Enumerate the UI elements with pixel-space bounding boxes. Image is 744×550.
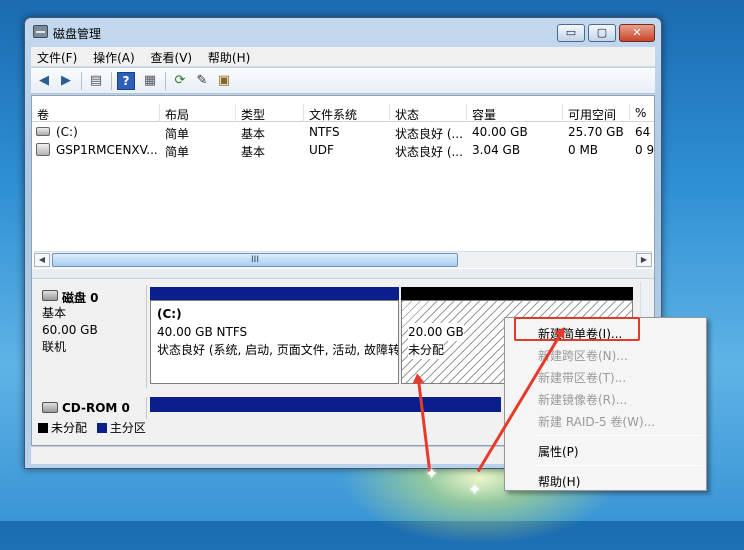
toolbar: ◀ ▶ ▤ ? ▦ ⟳ ✎ ▣	[31, 68, 655, 94]
volume-capacity: 3.04 GB	[472, 143, 521, 157]
disk-icon[interactable]: ▣	[215, 72, 233, 90]
column-type[interactable]: 类型	[236, 104, 304, 122]
settings-icon[interactable]: ✎	[193, 72, 211, 90]
unallocated-status: 未分配	[408, 341, 445, 359]
console-tree-icon[interactable]: ▤	[87, 72, 105, 90]
legend: 未分配 主分区	[38, 419, 146, 436]
unallocated-bar	[401, 287, 633, 300]
scroll-thumb[interactable]: III	[52, 253, 458, 267]
forward-arrow-icon[interactable]: ▶	[57, 72, 75, 90]
help-icon[interactable]: ?	[117, 72, 135, 90]
column-percent[interactable]: %	[630, 104, 656, 122]
volume-free: 0 MB	[568, 143, 599, 157]
window-title: 磁盘管理	[53, 27, 102, 41]
table-row[interactable]: (C:) 简单 基本 NTFS 状态良好 (... 40.00 GB 25.70…	[32, 123, 654, 141]
volume-status: 状态良好 (...	[395, 127, 463, 141]
partition-c-label: (C:)	[157, 307, 182, 321]
primary-swatch	[96, 423, 107, 433]
volume-type: 基本	[241, 127, 266, 141]
primary-partition-bar	[150, 287, 399, 300]
maximize-button[interactable]: ▢	[588, 24, 616, 42]
disk-0-name: 磁盘 0	[62, 291, 99, 305]
volume-free: 25.70 GB	[568, 125, 624, 139]
cdrom-0-info[interactable]: CD-ROM 0	[38, 397, 147, 419]
scroll-left-button[interactable]: ◀	[34, 253, 50, 267]
column-status[interactable]: 状态	[390, 104, 467, 122]
menu-help-item[interactable]: 帮助(H)	[508, 469, 703, 491]
menu-bar: 文件(F) 操作(A) 查看(V) 帮助(H)	[31, 47, 655, 67]
menu-action[interactable]: 操作(A)	[87, 47, 141, 66]
unallocated-size: 20.00 GB	[408, 323, 464, 341]
minimize-button[interactable]: ▭	[557, 24, 585, 42]
hard-drive-icon	[36, 127, 50, 136]
unallocated-swatch	[38, 423, 48, 433]
back-arrow-icon[interactable]: ◀	[35, 72, 53, 90]
cd-drive-icon	[36, 143, 50, 156]
menu-new-raid5-volume[interactable]: 新建 RAID-5 卷(W)...	[508, 409, 703, 431]
context-menu: 新建简单卷(I)... 新建跨区卷(N)... 新建带区卷(T)... 新建镜像…	[504, 317, 707, 491]
volume-capacity: 40.00 GB	[472, 125, 528, 139]
column-filesystem[interactable]: 文件系统	[304, 104, 390, 122]
menu-help[interactable]: 帮助(H)	[202, 47, 256, 66]
volume-percent: 64	[635, 125, 651, 139]
menu-separator	[535, 465, 702, 466]
toolbar-separator	[81, 72, 82, 90]
menu-file[interactable]: 文件(F)	[31, 47, 83, 66]
highlight-box	[514, 317, 640, 341]
volume-layout: 简单	[165, 145, 190, 159]
disk-0-size: 60.00 GB	[42, 323, 98, 337]
volume-filesystem: NTFS	[309, 125, 340, 139]
partition-c-size: 40.00 GB NTFS	[157, 325, 248, 339]
properties-icon[interactable]: ▦	[141, 72, 159, 90]
disk-0-state: 联机	[42, 340, 67, 354]
hard-disk-icon	[42, 290, 58, 301]
horizontal-scrollbar[interactable]: ◀ III ▶	[34, 251, 652, 268]
toolbar-separator	[111, 72, 112, 90]
partition-c[interactable]: (C:) 40.00 GB NTFS 状态良好 (系统, 启动, 页面文件, 活…	[150, 287, 399, 384]
volume-filesystem: UDF	[309, 143, 334, 157]
partition-c-status: 状态良好 (系统, 启动, 页面文件, 活动, 故障转储, 主分区)	[157, 343, 399, 357]
cd-drive-icon	[42, 402, 58, 413]
legend-primary: 主分区	[109, 421, 146, 435]
menu-new-spanned-volume[interactable]: 新建跨区卷(N)...	[508, 343, 703, 365]
close-button[interactable]: ✕	[619, 24, 655, 42]
disk-0-kind: 基本	[42, 306, 67, 320]
volume-status: 状态良好 (...	[395, 145, 463, 159]
sparkle-icon: ✦	[468, 480, 482, 499]
cdrom-0-name: CD-ROM 0	[62, 401, 130, 415]
volume-layout: 简单	[165, 127, 190, 141]
volume-percent: 0 9	[635, 143, 655, 157]
volume-name: (C:)	[56, 125, 78, 139]
menu-new-mirrored-volume[interactable]: 新建镜像卷(R)...	[508, 387, 703, 409]
refresh-icon[interactable]: ⟳	[171, 72, 189, 90]
menu-separator	[535, 435, 702, 436]
disk-0-info[interactable]: 磁盘 0 基本 60.00 GB 联机	[38, 285, 147, 388]
menu-view[interactable]: 查看(V)	[145, 47, 199, 66]
volume-type: 基本	[241, 145, 266, 159]
scroll-right-button[interactable]: ▶	[636, 253, 652, 267]
column-capacity[interactable]: 容量	[467, 104, 563, 122]
column-layout[interactable]: 布局	[160, 104, 236, 122]
sparkle-icon: ✦	[425, 464, 439, 483]
title-bar: 磁盘管理 ▭ ▢ ✕	[25, 18, 661, 46]
volume-list-header: 卷 布局 类型 文件系统 状态 容量 可用空间 %	[32, 104, 654, 122]
menu-properties[interactable]: 属性(P)	[508, 439, 703, 461]
column-volume[interactable]: 卷	[32, 104, 160, 122]
legend-unallocated: 未分配	[51, 421, 88, 435]
pane-splitter[interactable]	[32, 269, 654, 279]
table-row[interactable]: GSP1RMCENXV... 简单 基本 UDF 状态良好 (... 3.04 …	[32, 141, 654, 159]
volume-name: GSP1RMCENXV...	[56, 143, 158, 157]
disk-management-icon	[33, 25, 48, 38]
column-free-space[interactable]: 可用空间	[563, 104, 630, 122]
cdrom-partition-bar[interactable]	[150, 397, 501, 412]
toolbar-separator	[165, 72, 166, 90]
